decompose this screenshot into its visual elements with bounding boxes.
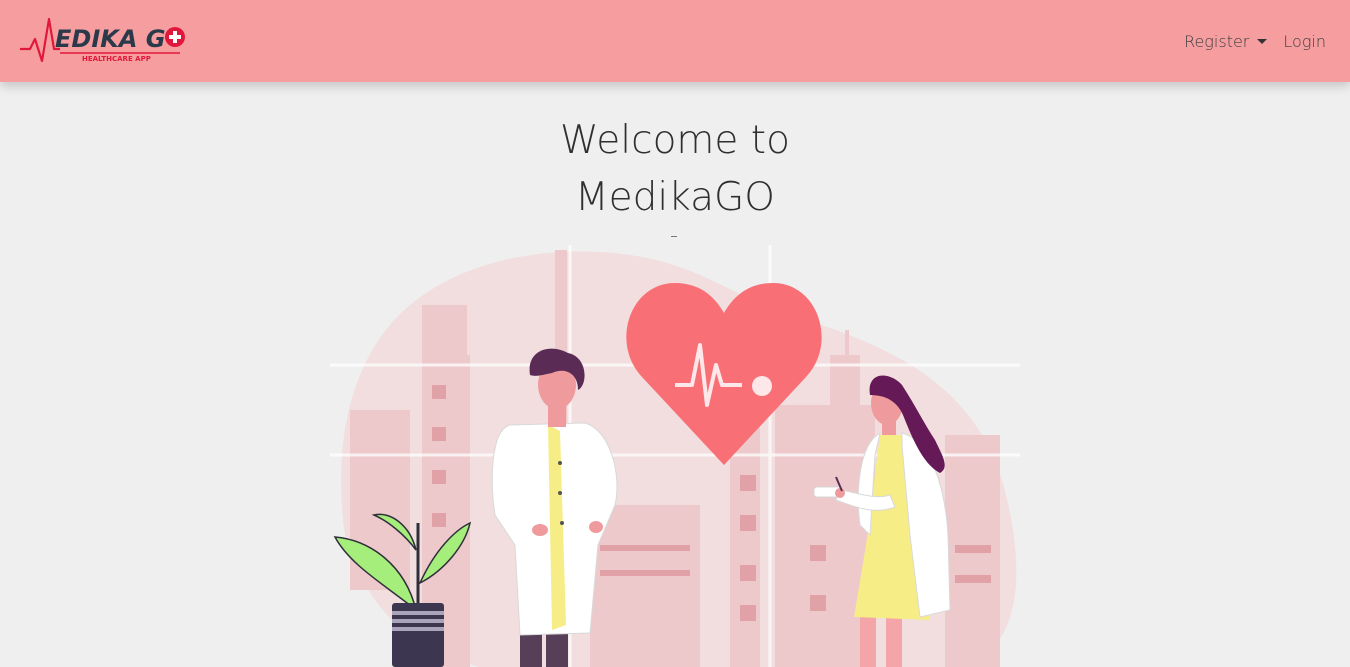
doctors-heart-illustration <box>330 245 1020 667</box>
register-dropdown[interactable]: Register <box>1184 31 1268 51</box>
login-label: Login <box>1283 31 1326 51</box>
brand-logo[interactable]: EDIKA G HEALTHCARE APP <box>20 13 190 69</box>
login-link[interactable]: Login <box>1283 32 1326 51</box>
nav-links: Register Login <box>1184 0 1326 82</box>
caret-down-icon <box>1257 38 1268 44</box>
hero-title-line1: Welcome to <box>560 118 790 163</box>
svg-text:EDIKA G: EDIKA G <box>55 25 165 53</box>
title-divider <box>671 236 677 237</box>
register-label: Register <box>1184 31 1250 51</box>
medika-go-logo: EDIKA G HEALTHCARE APP <box>20 17 185 63</box>
svg-text:HEALTHCARE APP: HEALTHCARE APP <box>82 55 151 63</box>
hero-title: Welcome to MedikaGO <box>0 112 1350 226</box>
hero-title-line2: MedikaGO <box>575 175 775 220</box>
navbar: EDIKA G HEALTHCARE APP Register Login <box>0 0 1350 82</box>
